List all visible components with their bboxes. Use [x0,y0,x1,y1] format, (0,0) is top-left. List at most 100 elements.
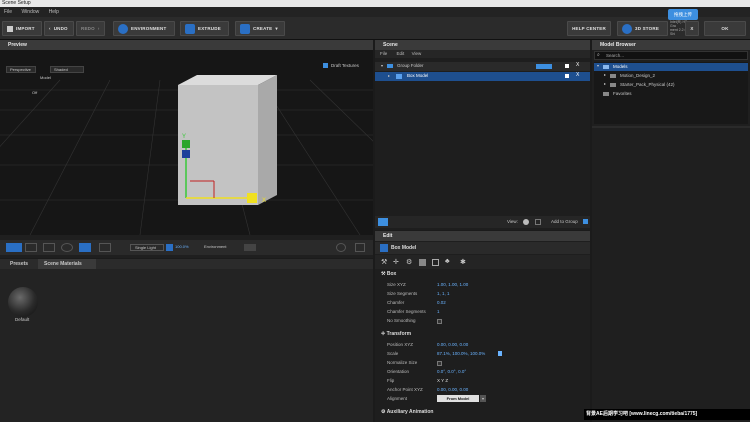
anchor-point-value[interactable]: 0.00, 0.00, 0.00 [437,387,468,392]
close-button[interactable]: X [685,21,699,36]
select-tool-icon[interactable] [25,243,37,252]
scale-lock-icon[interactable] [498,351,502,356]
undo-button[interactable]: ‹ UNDO [44,21,74,36]
alignment-select[interactable]: From Model [437,395,479,402]
upload-badge-label: 拖拽上传 [674,12,692,17]
rotate-tool-icon[interactable] [61,243,73,252]
chamfer-value[interactable]: 0.02 [437,300,446,305]
move-tool-icon[interactable] [43,243,55,252]
favorites-row[interactable]: Favorites [594,90,748,98]
environment-button[interactable]: ENVIRONMENT [113,21,175,36]
group-remove-icon[interactable]: X [576,62,579,68]
scale-tool-icon[interactable] [79,243,91,252]
tab-presets[interactable]: Presets [10,259,28,269]
size-segments-value[interactable]: 1, 1, 1 [437,291,450,296]
transform-section-label: Transform [386,331,412,337]
models-row[interactable]: ▾ Models [594,63,748,71]
search-placeholder: Search... [606,53,625,58]
camera-tool-icon[interactable] [6,243,22,252]
motion-design-row[interactable]: ▸ Motion_Design_2 [594,72,748,80]
normalize-size-checkbox[interactable] [437,361,442,366]
scene-menu-edit[interactable]: Edit [394,51,408,56]
import-button[interactable]: IMPORT [2,21,42,36]
draft-textures-checkbox[interactable] [323,63,328,68]
auxiliary-section-label: Auxiliary Animation [386,409,434,415]
box-model-row[interactable]: ▸ Box Model X [375,72,590,81]
extrude-button[interactable]: EXTRUDE [180,21,229,36]
add-to-group-button[interactable]: Add to Group [551,219,578,224]
draft-textures-toggle[interactable]: Draft Textures [323,63,359,68]
fullscreen-icon[interactable] [355,243,365,252]
scale-value[interactable]: 87.1%, 100.0%, 100.0% [437,351,485,356]
scene-menu-file[interactable]: File [375,51,392,56]
light-button[interactable] [166,244,173,251]
add-to-group-checkbox[interactable] [583,219,588,224]
tab-scene-materials[interactable]: Scene Materials [38,259,96,269]
help-center-button[interactable]: HELP CENTER [567,21,611,36]
alignment-label: Alignment [387,396,408,401]
model-visibility-checkbox[interactable] [565,74,569,78]
camera-select-label: Perspective [10,67,31,72]
move-icon[interactable]: ✛ [393,258,399,266]
model-remove-icon[interactable]: X [576,72,579,78]
camera-select[interactable]: Perspective [6,66,36,73]
svg-text:X: X [262,198,266,204]
model-search-field[interactable]: ⌕ Search... [594,51,748,60]
preview-tab[interactable]: Preview [0,40,373,50]
auxiliary-section-header[interactable]: ⚙ Auxiliary Animation [381,409,433,415]
shading-select[interactable]: Shaded [50,66,84,73]
default-material-swatch[interactable] [8,287,38,317]
deform-icon[interactable]: ♣ [445,258,450,265]
orientation-value[interactable]: 0.0°, 0.0°, 0.0° [437,369,466,374]
box-section-header[interactable]: ⚒ Box [381,271,396,277]
wrench-icon[interactable]: ⚒ [381,258,387,266]
new-folder-icon[interactable] [378,218,388,226]
viewport-grid: Y X [0,75,373,235]
box-section-label: Box [386,271,397,277]
render-icon[interactable] [336,243,346,252]
menu-help[interactable]: Help [45,7,63,17]
viewport[interactable]: Y X Perspective Shaded Model Off Draft T… [0,50,373,235]
no-smoothing-checkbox[interactable] [437,319,442,324]
transform-section-header[interactable]: ✛ Transform [381,331,411,337]
flip-label: Flip [387,378,395,383]
light-value[interactable]: 100.0% [175,244,189,249]
duplicate-icon[interactable] [432,259,439,266]
scene-tab[interactable]: Scene [375,40,590,50]
light-select[interactable]: Single Light [130,244,164,251]
preview-panel: Preview Y X Perspective Shaded Model Off… [0,40,373,258]
folder-icon [610,74,616,78]
starter-pack-row[interactable]: ▸ Starter_Pack_Physical (42) [594,81,748,89]
gear-icon[interactable]: ⚙ [406,258,412,266]
redo-icon: › [97,26,100,31]
position-xyz-value[interactable]: 0.00, 0.00, 0.00 [437,342,468,347]
edit-tab[interactable]: Edit [375,231,590,241]
chamfer-segments-value[interactable]: 1 [437,309,440,314]
material-icon[interactable] [419,259,426,266]
view-icon[interactable] [523,219,529,225]
store-button[interactable]: 3D STORE [617,21,668,36]
ok-button[interactable]: OK [704,21,746,36]
group-folder-row[interactable]: ▾ Group Folder X [375,62,590,71]
menu-window[interactable]: Window [17,7,43,17]
flip-value[interactable]: X Y Z [437,378,448,383]
scene-menu-view[interactable]: View [409,51,425,56]
model-browser-tab[interactable]: Model Browser [592,40,750,50]
settings-icon[interactable]: ✱ [460,258,466,266]
help-center-label: HELP CENTER [572,26,606,31]
upload-badge[interactable]: 拖拽上传 [668,9,698,20]
scene-footer: View: Add to Group [375,216,590,228]
group-color-swatch[interactable] [536,64,552,69]
redo-button[interactable]: REDO › [76,21,105,36]
chevron-down-icon[interactable]: ▾ [480,395,486,402]
axis-tool-icon[interactable] [99,243,111,252]
model-browser-panel: Model Browser ⌕ Search... ▾ Models ▸ Mot… [592,40,750,422]
link-icon[interactable] [535,219,541,225]
create-button[interactable]: CREATE ▾ [235,21,285,36]
group-folder-label: Group Folder [397,63,424,68]
menu-file[interactable]: File [0,7,16,17]
edit-tool-row: ⚒ ✛ ⚙ ♣ ✱ [375,255,590,269]
size-xyz-value[interactable]: 1.00, 1.00, 1.00 [437,282,468,287]
group-visibility-checkbox[interactable] [565,64,569,68]
environment-toggle[interactable] [244,244,256,251]
